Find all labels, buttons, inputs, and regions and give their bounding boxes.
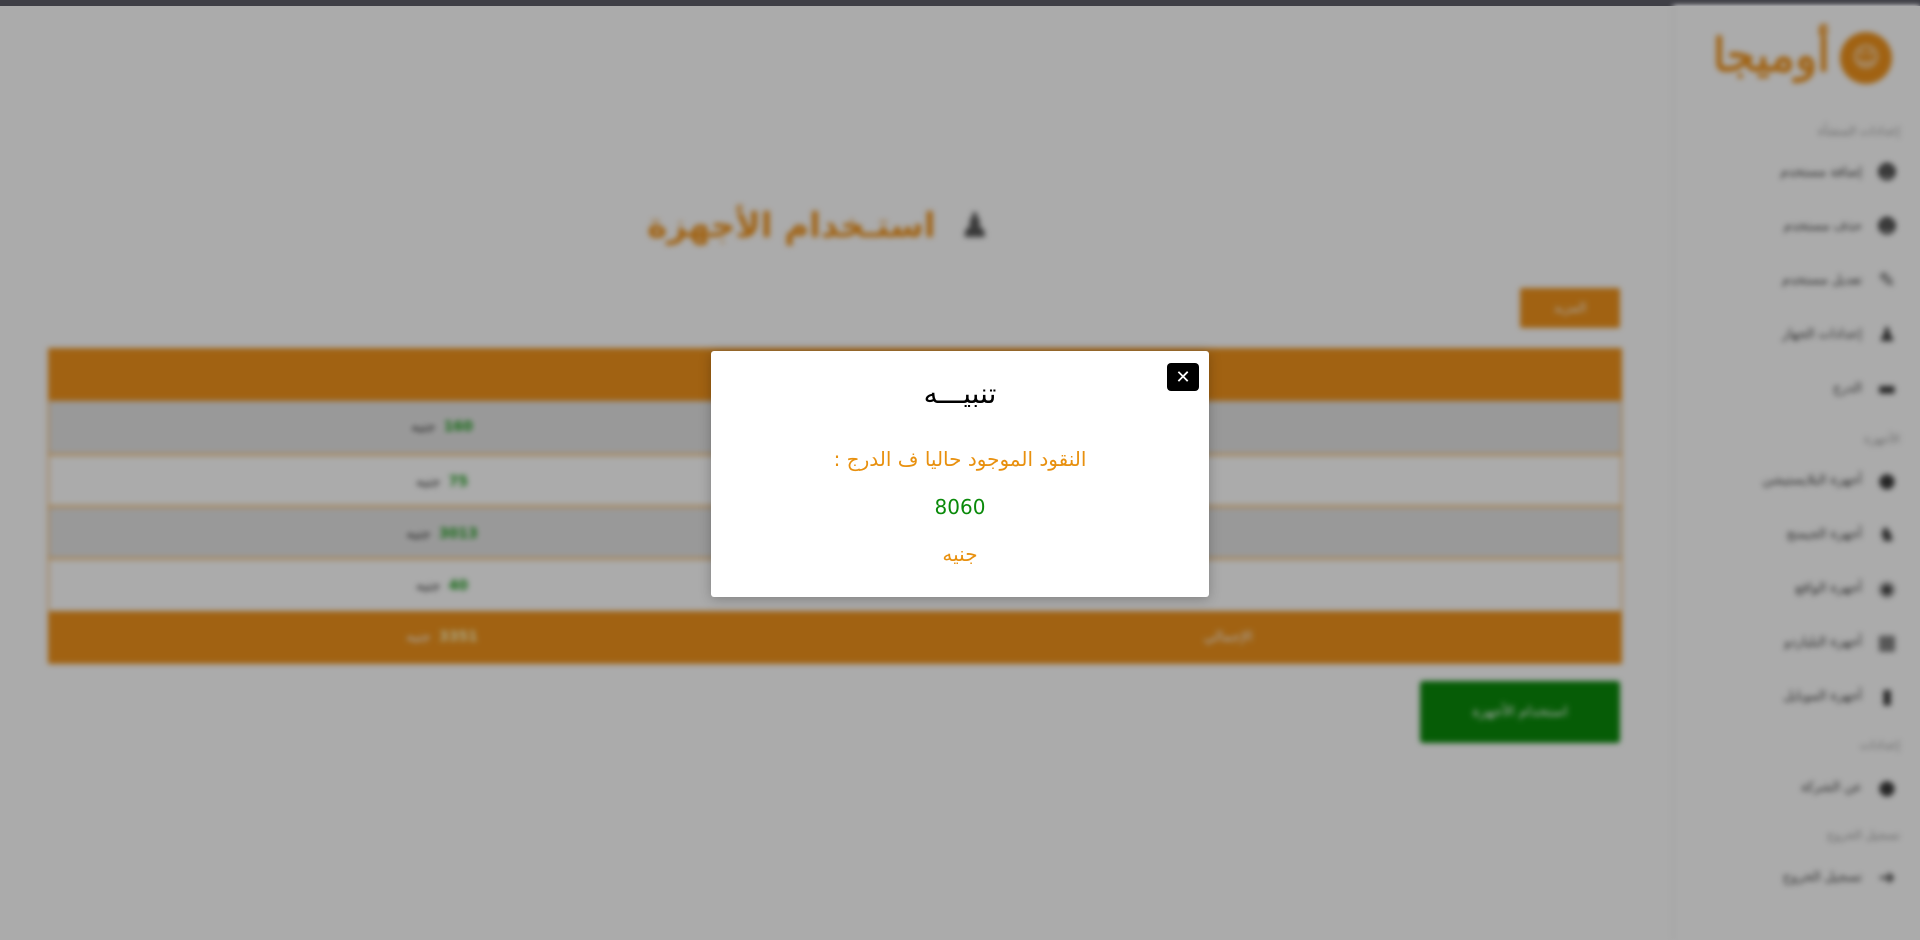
currency-label: جنيه: [942, 542, 978, 566]
cash-amount: 8060: [934, 495, 986, 519]
alert-dialog: ✕ تنبيـــه النقود الموجود حاليا ف الدرج …: [711, 351, 1209, 597]
dialog-title: تنبيـــه: [923, 377, 997, 410]
dialog-message: النقود الموجود حاليا ف الدرج :: [833, 447, 1087, 471]
